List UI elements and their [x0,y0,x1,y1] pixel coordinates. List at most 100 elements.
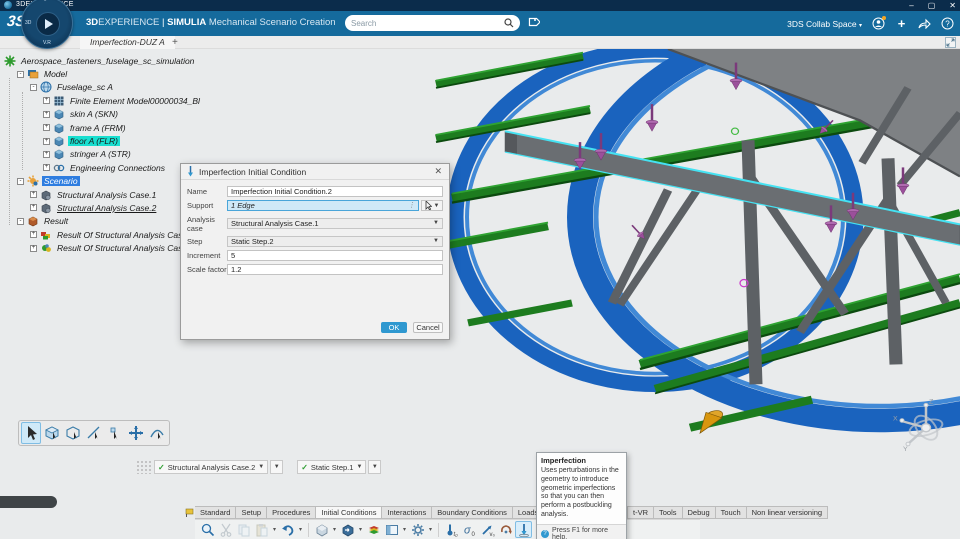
options-icon[interactable] [409,521,426,538]
initial-stress-icon[interactable]: σ0 [461,521,478,538]
tree-item[interactable]: - Model [2,67,192,80]
tree-item[interactable]: Aerospace_fasteners_fuselage_sc_simulati… [2,54,194,67]
initial-temperature-icon[interactable]: t₀ [443,521,460,538]
help-icon[interactable]: ? [941,17,954,30]
initial-angular-velocity-icon[interactable] [497,521,514,538]
select-tool[interactable] [21,422,41,444]
minimize-button[interactable]: – [909,0,913,11]
tree-item-label[interactable]: Result Of Structural Analysis Case.1 [55,230,196,240]
tree-item[interactable]: + Finite Element Model00000034_Bl [2,94,200,107]
feature-dropdown-caret[interactable]: ▾ [331,526,338,533]
tree-item[interactable]: + frame A (FRM) [2,121,192,134]
search-icon[interactable] [504,18,514,28]
tree-expander[interactable]: - [17,217,24,225]
tree-expander[interactable]: + [30,204,37,212]
tree-item-label[interactable]: Aerospace_fasteners_fuselage_sc_simulati… [19,56,196,66]
tree-item-label[interactable]: Structural Analysis Case.2 [55,203,158,213]
tree-item-label[interactable]: Fuselage_sc A [55,82,115,92]
tree-item[interactable]: - Scenario [2,175,192,188]
layout-icon[interactable] [383,521,400,538]
ribbon-tab-initial-conditions[interactable]: Initial Conditions [316,506,383,519]
tree-item[interactable]: + skin A (SKN) [2,108,192,121]
collab-space-selector[interactable]: 3DS Collab Space ▾ [787,19,862,29]
select-arc-tool[interactable] [147,422,167,444]
tree-expander[interactable]: + [30,231,37,239]
tree-expander[interactable]: - [17,70,24,78]
tree-item-label[interactable]: Model [42,69,69,79]
results-icon[interactable] [365,521,382,538]
tree-item-label[interactable]: Scenario [42,176,80,187]
undo-icon[interactable] [279,521,296,538]
tree-item-label[interactable]: Engineering Connections [68,163,167,173]
ok-button[interactable]: OK [381,322,407,333]
scale-factor-field[interactable]: 1.2 [227,264,443,275]
feature-icon[interactable] [313,521,330,538]
step-dropdown[interactable]: ✓ Static Step.1 ▼ [297,460,367,474]
tree-item-label[interactable]: Finite Element Model00000034_Bl [68,96,202,106]
initial-velocity-icon[interactable]: v₀ [479,521,496,538]
cancel-button[interactable]: Cancel [413,322,443,333]
ribbon-tab-t-vr[interactable]: t-VR [627,506,654,519]
dialog-titlebar[interactable]: Imperfection Initial Condition ✕ [181,164,449,180]
toolbar-grip[interactable] [136,460,152,474]
update-icon[interactable] [339,521,356,538]
share-icon[interactable] [918,17,931,30]
imperfection-icon[interactable] [515,521,532,538]
select-polyline-tool[interactable] [84,422,104,444]
step-select[interactable]: Static Step.2 ▼ [227,236,443,247]
select-box-tool[interactable] [42,422,62,444]
tree-item[interactable]: + Result Of Structural Analysis Case.1 [2,228,194,241]
ribbon-tab-setup[interactable]: Setup [236,506,268,519]
tree-expander[interactable]: - [17,177,24,185]
analysis-case-select[interactable]: Structural Analysis Case.1 ▼ [227,218,443,229]
ribbon-tab-standard[interactable]: Standard [195,506,237,519]
ribbon-tab-boundary-conditions[interactable]: Boundary Conditions [432,506,513,519]
select-trap-tool[interactable] [63,422,83,444]
undo-dropdown-caret[interactable]: ▾ [297,526,304,533]
tree-item[interactable]: - Fuselage_sc A [2,81,192,94]
ribbon-tab-touch[interactable]: Touch [715,506,747,519]
name-field[interactable]: Imperfection Initial Condition.2 [227,186,443,197]
tree-expander[interactable]: + [43,164,50,172]
expand-viewport-icon[interactable] [945,37,956,48]
tree-expander[interactable]: + [43,97,50,105]
zoom-icon[interactable] [199,521,216,538]
support-picker-button[interactable]: ▼ [421,200,443,211]
tree-expander[interactable]: - [30,83,37,91]
add-icon[interactable]: + [895,16,908,31]
tree-item[interactable]: + Result Of Structural Analysis Case.2 [2,241,194,254]
tree-item[interactable]: + stringer A (STR) [2,148,192,161]
support-options-icon[interactable]: ⋮ [408,201,415,211]
tree-item-label[interactable]: frame A (FRM) [68,123,128,133]
tree-item-label[interactable]: Structural Analysis Case.1 [55,190,158,200]
profile-icon[interactable] [872,16,886,30]
tree-item[interactable]: + Structural Analysis Case.1 [2,188,192,201]
tree-expander[interactable]: + [30,191,37,199]
tag-icon[interactable] [527,16,540,29]
update-dropdown-caret[interactable]: ▾ [357,526,364,533]
dialog-close-icon[interactable]: ✕ [432,166,444,177]
tree-expander[interactable]: + [43,124,50,132]
close-button[interactable]: ✕ [949,0,956,11]
analysis-case-options[interactable]: ▼ [270,460,284,474]
tree-expander[interactable]: + [43,137,50,145]
tree-item-label[interactable]: Result [42,216,70,226]
ribbon-tab-procedures[interactable]: Procedures [267,506,317,519]
ribbon-tab-debug[interactable]: Debug [682,506,716,519]
document-tab[interactable]: Imperfection-DUZ A [80,36,175,49]
tree-expander[interactable]: + [30,244,37,252]
tree-item[interactable]: + Engineering Connections [2,161,192,174]
tree-item[interactable]: + floor A (FLR) [2,134,192,147]
paste-dropdown-caret[interactable]: ▾ [271,526,278,533]
tree-item-label[interactable]: floor A (FLR) [68,136,121,147]
tree-item[interactable]: + Structural Analysis Case.2 [2,201,192,214]
ribbon-tab-interactions[interactable]: Interactions [382,506,433,519]
search-input[interactable]: Search [345,15,520,31]
maximize-button[interactable]: ▢ [928,0,936,11]
support-field[interactable]: 1 Edge ⋮ [227,200,419,211]
tree-item-label[interactable]: stringer A (STR) [68,149,133,159]
options-dropdown-caret[interactable]: ▾ [427,526,434,533]
step-options[interactable]: ▼ [368,460,382,474]
analysis-case-dropdown[interactable]: ✓ Structural Analysis Case.2 ▼ [154,460,269,474]
tree-expander[interactable]: + [43,150,50,158]
